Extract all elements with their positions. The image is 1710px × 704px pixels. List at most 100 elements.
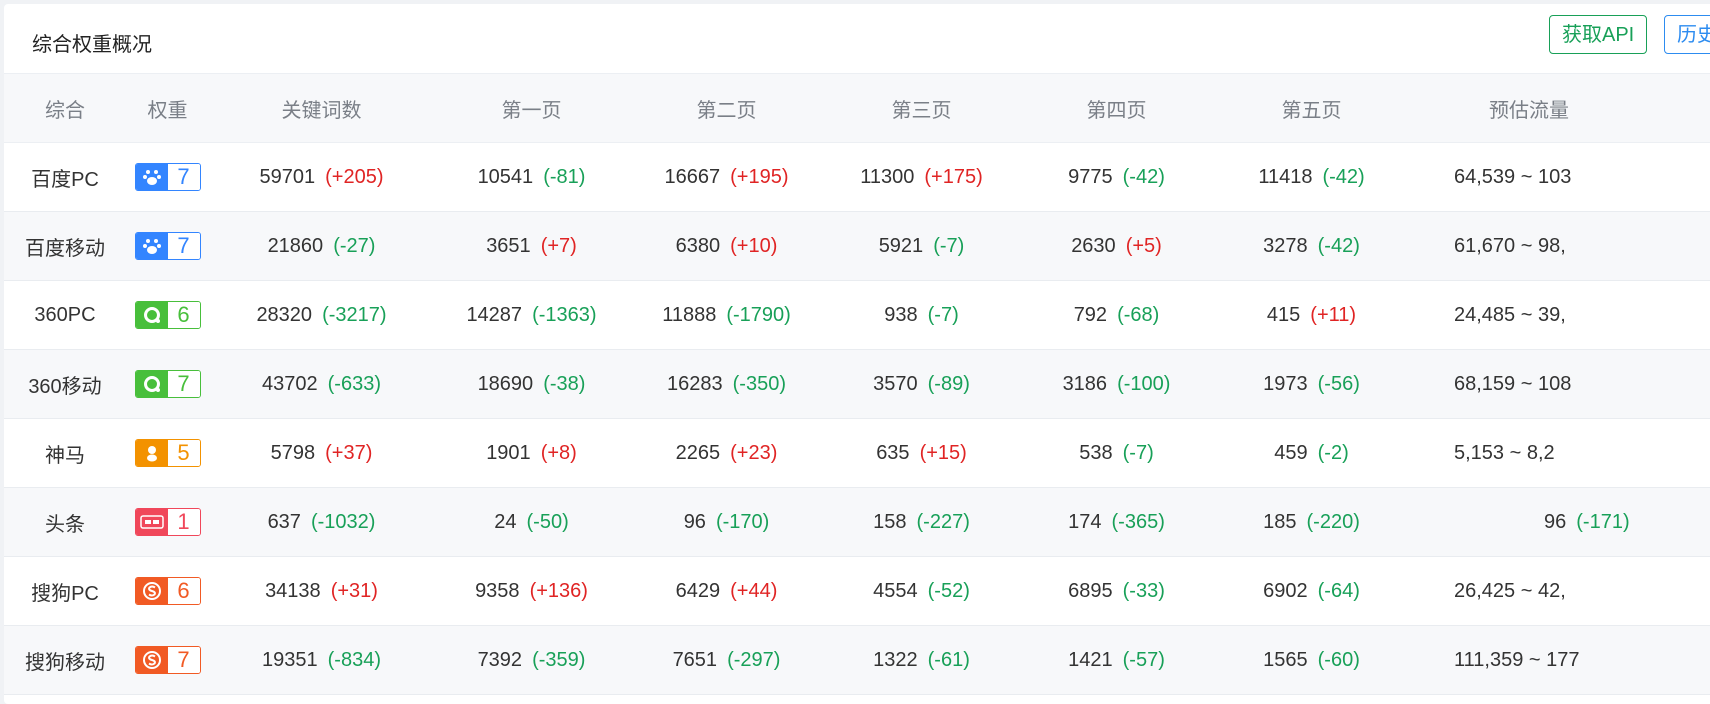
table-row: 百度PC 7 59701 (+205) 10541 (-81) 16667 (+195… xyxy=(4,142,1710,212)
page2-count[interactable]: 6429 xyxy=(676,580,721,602)
keyword-count-cell: 19351 (-834) xyxy=(209,625,434,695)
traffic-cell: 24,485 ~ 39, xyxy=(1409,280,1710,350)
page1-count[interactable]: 18690 xyxy=(478,373,534,395)
table-row: 360移动 7 43702 (-633) 18690 (-38) 16283 (-35… xyxy=(4,349,1710,419)
change-delta: (+44) xyxy=(730,579,778,602)
page2-count[interactable]: 6380 xyxy=(676,235,721,257)
page2-count[interactable]: 2265 xyxy=(676,442,721,464)
estimated-traffic: 111,359 ~ 177 xyxy=(1454,648,1580,671)
page3-count[interactable]: 4554 xyxy=(873,580,918,602)
page2-count[interactable]: 16667 xyxy=(665,166,721,188)
page2-count-cell: 2265 (+23) xyxy=(629,418,824,488)
change-delta: (+23) xyxy=(730,441,778,464)
keyword-count[interactable]: 43702 xyxy=(262,373,318,395)
change-delta: (+37) xyxy=(325,441,373,464)
change-delta: (+15) xyxy=(919,441,967,464)
traffic-cell: 96 (-171) xyxy=(1409,487,1710,557)
keyword-count[interactable]: 21860 xyxy=(268,235,324,257)
page4-count[interactable]: 1421 xyxy=(1068,649,1113,671)
page3-count[interactable]: 938 xyxy=(884,304,917,326)
page1-count-cell: 7392 (-359) xyxy=(434,625,629,695)
page4-count[interactable]: 538 xyxy=(1079,442,1112,464)
page1-count[interactable]: 7392 xyxy=(478,649,523,671)
change-delta: (-227) xyxy=(916,510,970,533)
get-api-button[interactable]: 获取API xyxy=(1549,15,1648,54)
page4-count[interactable]: 2630 xyxy=(1071,235,1116,257)
page4-count-cell: 3186 (-100) xyxy=(1019,349,1214,419)
weight-badge[interactable]: 6 xyxy=(134,577,201,605)
page1-count[interactable]: 3651 xyxy=(486,235,531,257)
change-delta: (-56) xyxy=(1317,372,1360,395)
page4-count[interactable]: 6895 xyxy=(1068,580,1113,602)
weight-badge[interactable]: 7 xyxy=(134,370,201,398)
keyword-count[interactable]: 28320 xyxy=(256,304,312,326)
page5-count[interactable]: 1973 xyxy=(1263,373,1308,395)
page5-count-cell: 415 (+11) xyxy=(1214,280,1409,350)
change-delta: (-350) xyxy=(732,372,786,395)
page4-count-cell: 9775 (-42) xyxy=(1019,142,1214,212)
page4-count[interactable]: 3186 xyxy=(1063,373,1108,395)
col-header-page1: 第一页 xyxy=(434,74,629,143)
weight-badge[interactable]: 5 xyxy=(134,439,201,467)
col-header-keywords: 关键词数 xyxy=(209,74,434,143)
page3-count-cell: 158 (-227) xyxy=(824,487,1019,557)
change-delta: (-7) xyxy=(933,234,965,257)
keyword-count-cell: 34138 (+31) xyxy=(209,556,434,626)
table-row: 搜狗移动 7 19351 (-834) 7392 (-359) 7651 (-297)… xyxy=(4,625,1710,695)
weight-badge[interactable]: 7 xyxy=(134,232,201,260)
page5-count[interactable]: 6902 xyxy=(1263,580,1308,602)
page5-count[interactable]: 3278 xyxy=(1263,235,1308,257)
page2-count[interactable]: 7651 xyxy=(673,649,718,671)
keyword-count[interactable]: 5798 xyxy=(271,442,316,464)
page1-count[interactable]: 24 xyxy=(494,511,516,533)
keyword-count[interactable]: 59701 xyxy=(260,166,316,188)
page3-count[interactable]: 635 xyxy=(876,442,909,464)
weight-value: 7 xyxy=(167,371,200,397)
engine-name: 百度移动 xyxy=(4,211,126,281)
page3-count-cell: 938 (-7) xyxy=(824,280,1019,350)
page2-count[interactable]: 11888 xyxy=(662,304,716,326)
page4-count-cell: 174 (-365) xyxy=(1019,487,1214,557)
keyword-count[interactable]: 34138 xyxy=(265,580,321,602)
page3-count[interactable]: 1322 xyxy=(873,649,918,671)
page2-count[interactable]: 16283 xyxy=(667,373,723,395)
change-delta: (-61) xyxy=(927,648,970,671)
page2-count[interactable]: 96 xyxy=(684,511,706,533)
page5-count[interactable]: 459 xyxy=(1274,442,1307,464)
change-delta: (+11) xyxy=(1310,303,1357,326)
weight-table: 综合 权重 关键词数 第一页 第二页 第三页 第四页 第五页 预估流量 百度PC… xyxy=(4,74,1710,695)
panel-title: 综合权重概况 xyxy=(32,34,152,56)
page4-count-cell: 1421 (-57) xyxy=(1019,625,1214,695)
page3-count[interactable]: 158 xyxy=(873,511,906,533)
change-delta: (-27) xyxy=(333,234,376,257)
history-button[interactable]: 历史 xyxy=(1664,15,1710,54)
change-delta: (-1790) xyxy=(726,303,791,326)
weight-badge[interactable]: 7 xyxy=(134,163,201,191)
page3-count[interactable]: 5921 xyxy=(879,235,924,257)
page3-count[interactable]: 3570 xyxy=(873,373,918,395)
page1-count[interactable]: 14287 xyxy=(466,304,522,326)
estimated-traffic: 96 xyxy=(1544,510,1567,533)
weight-badge[interactable]: 6 xyxy=(134,301,201,329)
page1-count[interactable]: 10541 xyxy=(478,166,534,188)
page5-count[interactable]: 11418 xyxy=(1258,166,1312,188)
weight-badge[interactable]: 1 xyxy=(134,508,201,536)
keyword-count[interactable]: 19351 xyxy=(262,649,318,671)
panel-header: 综合权重概况 获取API 历史 xyxy=(4,4,1710,74)
360-logo-icon xyxy=(135,371,168,397)
page3-count[interactable]: 11300 xyxy=(860,166,914,188)
page1-count[interactable]: 1901 xyxy=(486,442,531,464)
change-delta: (-50) xyxy=(526,510,569,533)
page1-count[interactable]: 9358 xyxy=(475,580,520,602)
page4-count[interactable]: 9775 xyxy=(1068,166,1113,188)
page5-count[interactable]: 185 xyxy=(1263,511,1296,533)
col-header-page4: 第四页 xyxy=(1019,74,1214,143)
page5-count[interactable]: 1565 xyxy=(1263,649,1308,671)
weight-badge[interactable]: 7 xyxy=(134,646,201,674)
change-delta: (-3217) xyxy=(322,303,387,326)
page5-count[interactable]: 415 xyxy=(1267,304,1300,326)
keyword-count[interactable]: 637 xyxy=(268,511,301,533)
change-delta: (-170) xyxy=(715,510,770,533)
page4-count[interactable]: 174 xyxy=(1068,511,1101,533)
page4-count[interactable]: 792 xyxy=(1074,304,1107,326)
